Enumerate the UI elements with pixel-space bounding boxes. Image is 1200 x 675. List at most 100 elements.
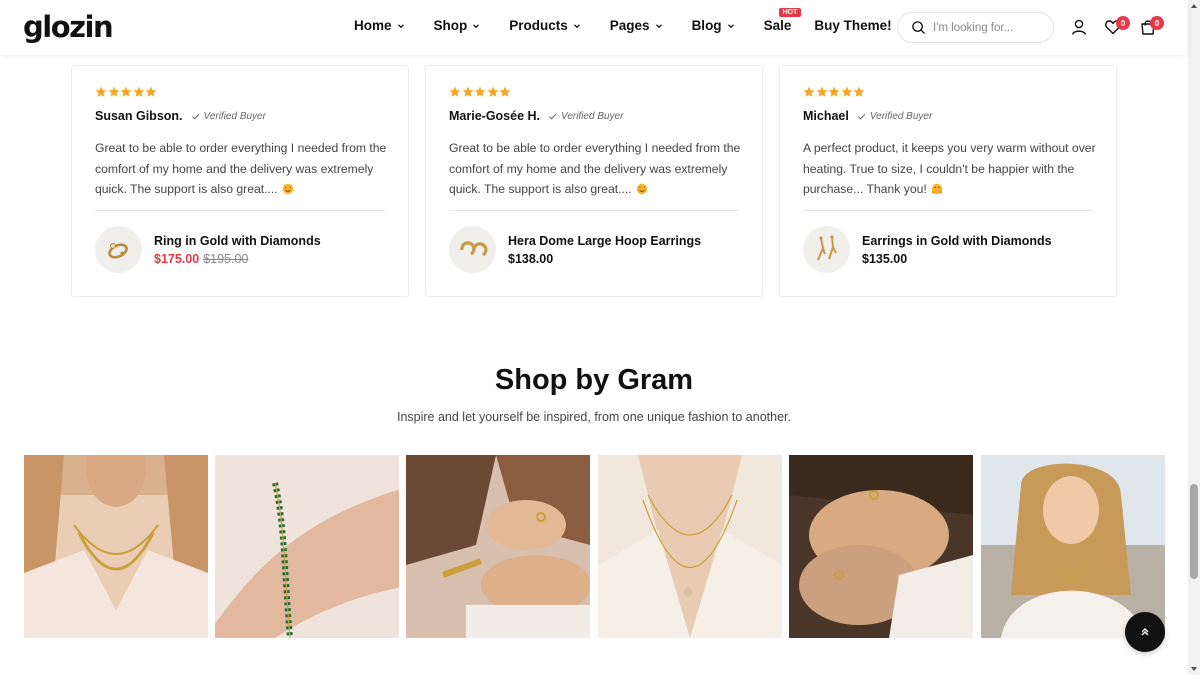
verified-buyer-label: Verified Buyer [869,110,933,122]
logo[interactable]: glozin [23,10,114,44]
chevron-down-icon [397,23,404,28]
nav-item-label: Home [354,18,392,33]
nav-item-pages[interactable]: Pages [610,18,664,33]
star-rating [95,86,158,98]
nav-item-label: Pages [609,18,650,33]
search-input[interactable] [933,21,1048,34]
check-icon [549,113,557,119]
nav-item-label: Blog [691,18,722,33]
reviewer-name: Marie-Gosée H. [449,109,541,123]
heart-eyes-emoji-icon [282,183,293,195]
star-icon [120,86,132,97]
pendant-necklace-photo [598,455,782,638]
star-icon [828,86,840,97]
star-icon [145,86,157,97]
review-text-content: Great to be able to order everything I n… [95,141,387,196]
search-icon [912,21,925,34]
chevron-down-icon [573,23,580,28]
nav-item-label: Shop [433,18,468,33]
reviewer: Michael Verified Buyer [803,109,932,123]
search-box[interactable] [897,12,1054,43]
bracelet-emerald-photo [215,455,399,638]
verified-buyer-label: Verified Buyer [203,110,266,122]
gram-tile-necklace-layered-photo[interactable] [24,455,208,638]
divider [449,210,739,211]
section-title: Shop by Gram [494,364,694,396]
review-card: Michael Verified Buyer A perfect product… [779,65,1117,297]
reviewer-name: Susan Gibson. [95,109,183,123]
star-icon [133,86,144,97]
star-icon [853,86,865,97]
gram-tile-smiling-woman-photo[interactable] [981,455,1165,638]
divider [803,210,1093,211]
nav-item-buy-theme[interactable]: Buy Theme! [814,18,891,33]
nav-item-label: Buy Theme! [814,18,892,33]
review-card: Susan Gibson. Verified Buyer Great to be… [71,65,409,297]
gram-tile-rings-hands-photo[interactable] [406,455,590,638]
reviewer: Marie-Gosée H. Verified Buyer [449,109,623,123]
review-text: Great to be able to order everything I n… [449,138,744,200]
wishlist-count-badge: 0 [1116,16,1130,30]
review-text: A perfect product, it keeps you very war… [803,138,1098,200]
product-name[interactable]: Hera Dome Large Hoop Earrings [508,234,701,248]
necklace-layered-photo [24,455,208,638]
divider [95,210,385,211]
review-text: Great to be able to order everything I n… [95,138,390,200]
back-to-top-button[interactable] [1125,612,1165,652]
review-card: Marie-Gosée H. Verified Buyer Great to b… [425,65,763,297]
product-name[interactable]: Ring in Gold with Diamonds [154,234,321,248]
scroll-up-arrow-icon[interactable] [1190,2,1198,10]
section-subtitle: Inspire and let yourself be inspired, fr… [396,410,791,424]
nav-item-blog[interactable]: Blog [692,18,736,33]
verified-buyer-label: Verified Buyer [561,110,624,122]
ring-icon[interactable] [95,226,142,273]
star-icon [462,86,473,97]
star-icon [499,86,511,97]
star-rating [449,86,512,98]
nav-item-home[interactable]: Home [354,18,406,33]
chevron-down-icon [727,23,734,28]
double-chevron-up-icon [1141,628,1149,636]
check-icon [191,113,199,119]
smiling-woman-photo [981,455,1165,638]
product-price: $135.00 [862,252,907,266]
check-icon [857,113,866,119]
reviewer: Susan Gibson. Verified Buyer [95,109,266,123]
cart-count-badge: 0 [1150,16,1164,30]
star-icon [841,86,852,97]
regular-price: $135.00 [862,252,908,266]
hugging-face-emoji-icon [931,183,942,195]
gram-tile-bracelet-emerald-photo[interactable] [215,455,399,638]
star-icon [803,86,815,97]
star-icon [108,86,119,97]
heart-eyes-emoji-icon [636,183,647,195]
review-text-content: A perfect product, it keeps you very war… [803,141,1096,196]
gram-tile-rings-clasped-photo[interactable] [789,455,973,638]
product-name[interactable]: Earrings in Gold with Diamonds [862,234,1052,248]
reviewer-name: Michael [803,109,849,123]
chevron-down-icon [473,23,480,28]
hoop-earrings-icon[interactable] [449,226,496,273]
nav-item-products[interactable]: Products [509,18,582,33]
product-price: $175.00 $195.00 [154,252,248,266]
chevron-down-icon [655,23,662,28]
scrollbar-thumb[interactable] [1190,484,1198,579]
star-rating [803,86,866,98]
star-icon [487,86,498,97]
nav-item-sale[interactable]: Sale HOT [763,8,802,33]
sale-price: $175.00 [154,252,200,266]
hot-badge: HOT [778,8,802,17]
old-price: $195.00 [203,252,249,266]
star-icon [474,86,486,97]
product-price: $138.00 [508,252,553,266]
star-icon [95,86,107,97]
nav-item-shop[interactable]: Shop [434,18,482,33]
drop-earrings-icon[interactable] [803,226,850,273]
account-icon[interactable] [1070,18,1088,36]
star-icon [816,86,827,97]
rings-hands-photo [406,455,590,638]
scroll-down-arrow-icon[interactable] [1190,665,1198,673]
nav-item-label: Sale [763,18,792,33]
rings-clasped-photo [789,455,973,638]
gram-tile-pendant-necklace-photo[interactable] [598,455,782,638]
